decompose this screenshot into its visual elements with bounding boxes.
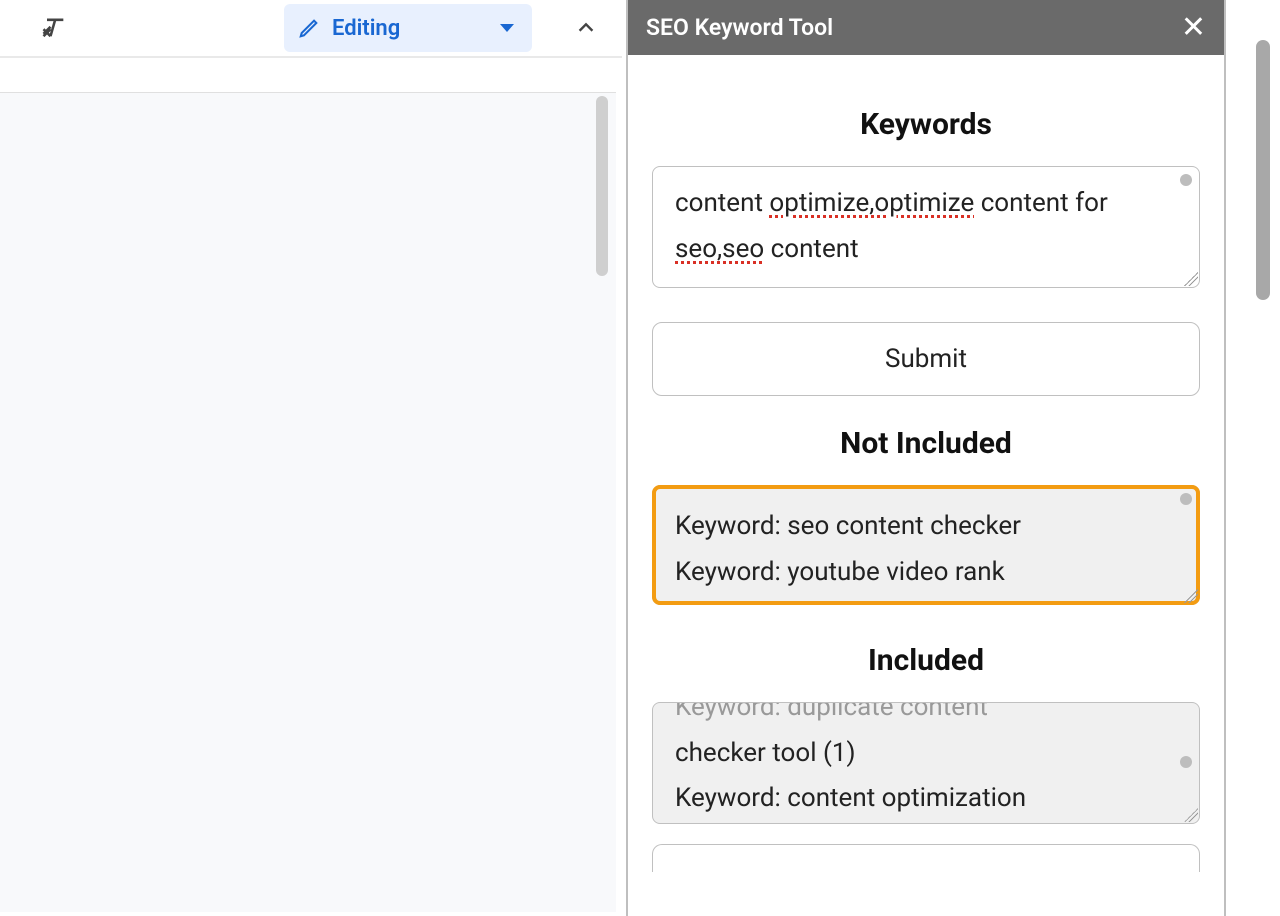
textarea-resize-grip[interactable] (1184, 589, 1198, 603)
sidebar-header: SEO Keyword Tool ✕ (628, 0, 1224, 55)
textarea-resize-grip[interactable] (1184, 272, 1198, 286)
not-included-line: Keyword: seo content checker (675, 504, 1177, 550)
editing-mode-label: Editing (332, 16, 400, 41)
next-button-partial[interactable] (652, 844, 1200, 872)
document-scrollbar[interactable] (596, 96, 608, 908)
not-included-wrap: Keyword: seo content checker Keyword: yo… (652, 485, 1200, 605)
included-textarea[interactable]: Keyword: duplicate content checker tool … (652, 702, 1200, 824)
seo-sidebar: SEO Keyword Tool ✕ Keywords content opti… (626, 0, 1226, 916)
chevron-up-icon (575, 17, 597, 39)
textarea-resize-grip[interactable] (1184, 808, 1198, 822)
not-included-textarea[interactable]: Keyword: seo content checker Keyword: yo… (652, 485, 1200, 605)
collapse-toolbar-button[interactable] (562, 4, 610, 52)
chevron-down-icon (500, 24, 514, 32)
keywords-heading: Keywords (652, 107, 1200, 142)
sidebar-title: SEO Keyword Tool (646, 14, 833, 41)
document-canvas[interactable] (0, 92, 616, 912)
page-scroll-thumb[interactable] (1256, 40, 1270, 300)
toolbar-divider (0, 56, 622, 58)
included-wrap: Keyword: duplicate content checker tool … (652, 702, 1200, 824)
included-line: Keyword: content optimization (675, 776, 1177, 822)
included-line: checker tool (1) (675, 731, 1177, 777)
editing-mode-dropdown[interactable]: Editing (284, 4, 532, 52)
textarea-scroll-indicator (1180, 174, 1192, 186)
page-scrollbar[interactable] (1250, 0, 1274, 916)
clear-formatting-icon[interactable] (38, 12, 70, 44)
pencil-icon (298, 17, 320, 39)
included-heading: Included (652, 643, 1200, 678)
sidebar-body: Keywords content optimize,optimize conte… (628, 55, 1224, 872)
submit-button[interactable]: Submit (652, 322, 1200, 396)
textarea-scroll-indicator (1180, 756, 1192, 768)
textarea-scroll-indicator (1180, 493, 1192, 505)
not-included-line: Keyword: youtube video rank (675, 550, 1177, 596)
not-included-heading: Not Included (652, 426, 1200, 461)
keywords-textarea-wrap: content optimize,optimize content for se… (652, 166, 1200, 288)
close-icon[interactable]: ✕ (1181, 13, 1206, 43)
document-scroll-thumb[interactable] (596, 96, 608, 276)
included-line-partial: Keyword: duplicate content (675, 702, 1177, 731)
keywords-textarea[interactable]: content optimize,optimize content for se… (652, 166, 1200, 288)
